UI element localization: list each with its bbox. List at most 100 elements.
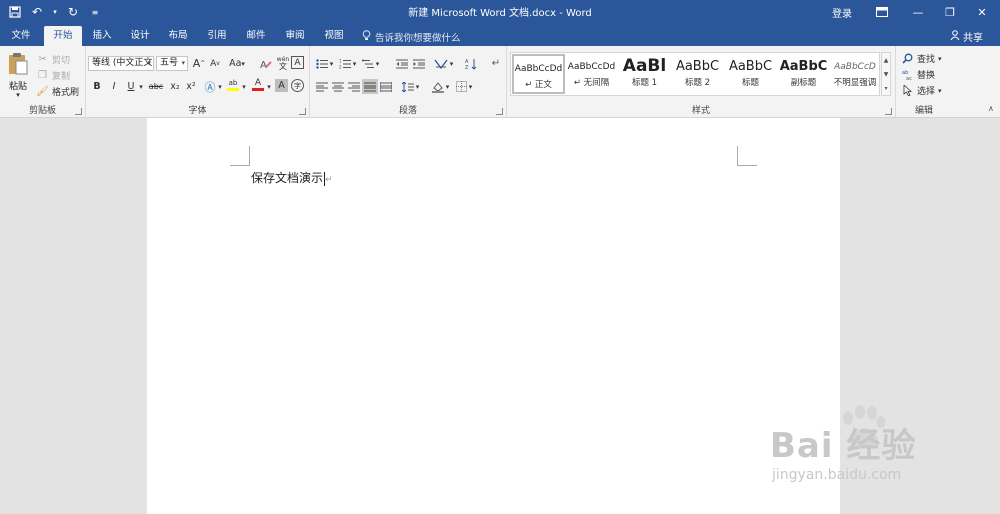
tell-me-search[interactable]: 告诉我你想要做什么: [362, 30, 461, 44]
lightbulb-icon: [362, 30, 371, 44]
chevron-up-icon[interactable]: ▲: [884, 57, 889, 64]
chevron-down-icon[interactable]: ▼: [884, 71, 889, 78]
select-button[interactable]: 选择 ▾: [901, 84, 942, 97]
document-page[interactable]: 保存文档演示 ↵: [147, 118, 840, 514]
collapse-ribbon-icon[interactable]: ∧: [988, 104, 994, 113]
format-painter-button[interactable]: 🖌 格式刷: [36, 85, 79, 98]
underline-dropdown-icon[interactable]: ▾: [137, 79, 145, 94]
share-label: 共享: [963, 33, 983, 44]
tab-design[interactable]: 设计: [122, 26, 158, 46]
document-body-text[interactable]: 保存文档演示 ↵: [251, 169, 333, 186]
font-launcher-icon[interactable]: [299, 108, 306, 115]
style-title[interactable]: AaBbC 标题: [724, 54, 777, 94]
strikethrough-button[interactable]: abc: [146, 79, 166, 94]
character-border-button[interactable]: A: [291, 56, 304, 69]
paste-button[interactable]: 粘贴 ▾: [4, 52, 32, 99]
shading-dropdown-icon[interactable]: ▾: [444, 79, 451, 94]
style-preview: AaBbCcD: [834, 62, 876, 72]
clipboard-group-label: 剪贴板: [28, 106, 56, 116]
multilevel-dropdown-icon[interactable]: ▾: [374, 56, 381, 71]
font-size-select[interactable]: 五号 ▾: [156, 56, 188, 71]
line-spacing-dropdown-icon[interactable]: ▾: [414, 79, 421, 94]
tab-layout[interactable]: 布局: [160, 26, 196, 46]
font-family-select[interactable]: 等线 (中文正文 ▾: [88, 56, 154, 71]
share-button[interactable]: 共享: [950, 29, 983, 44]
tab-view[interactable]: 视图: [316, 26, 352, 46]
font-color-dropdown-icon[interactable]: ▾: [265, 79, 273, 94]
find-button[interactable]: 查找 ▾: [901, 52, 942, 65]
show-formatting-marks-icon[interactable]: ↵: [488, 56, 504, 71]
restore-icon[interactable]: ❐: [932, 0, 968, 24]
font-size-value: 五号: [160, 58, 179, 68]
tab-insert[interactable]: 插入: [84, 26, 120, 46]
phonetic-guide-button[interactable]: wén 文: [275, 55, 291, 71]
style-normal[interactable]: AaBbCcDd ↵ 正文: [512, 54, 565, 94]
italic-button[interactable]: I: [106, 79, 122, 94]
crop-mark-top-left: [230, 146, 250, 166]
paragraph-launcher-icon[interactable]: [496, 108, 503, 115]
grow-font-button[interactable]: A ^: [191, 56, 207, 71]
watermark-main-text: Bai 经验: [770, 426, 917, 466]
styles-group-label: 样式: [691, 106, 710, 116]
style-name: 不明显强调: [833, 78, 877, 88]
clipboard-launcher-icon[interactable]: [75, 108, 82, 115]
enclose-characters-button[interactable]: 字: [291, 79, 304, 92]
subscript-button[interactable]: x₂: [167, 79, 183, 94]
chinese-layout-dropdown-icon[interactable]: ▾: [448, 56, 455, 71]
svg-text:ac: ac: [906, 76, 912, 80]
style-gallery: AaBbCcDd ↵ 正文 AaBbCcDd ↵ 无间隔 AaBl 标题 1 A…: [510, 52, 880, 96]
decrease-indent-icon[interactable]: [394, 56, 410, 71]
superscript-button[interactable]: x²: [183, 79, 199, 94]
align-center-icon[interactable]: [330, 79, 346, 94]
tab-references[interactable]: 引用: [199, 26, 235, 46]
cursor-arrow-icon: [901, 84, 914, 97]
scissors-icon: ✂: [38, 54, 47, 65]
chinese-layout-icon[interactable]: [433, 56, 449, 71]
styles-launcher-icon[interactable]: [885, 108, 892, 115]
shrink-font-button[interactable]: Av: [207, 56, 223, 71]
style-subtle-emphasis[interactable]: AaBbCcD 不明显强调: [830, 54, 880, 94]
close-icon[interactable]: ✕: [964, 0, 1000, 24]
style-name: ↵ 正文: [525, 80, 552, 90]
tab-review[interactable]: 审阅: [277, 26, 313, 46]
replace-button[interactable]: ab ac 替换: [901, 68, 935, 81]
style-subtitle[interactable]: AaBbC 副标题: [777, 54, 830, 94]
highlight-button[interactable]: ab: [225, 77, 241, 92]
distributed-icon[interactable]: [378, 79, 394, 94]
change-case-icon: Aa: [229, 58, 242, 69]
more-styles-icon[interactable]: ▾: [884, 85, 887, 92]
paintbrush-icon: 🖌: [36, 86, 49, 97]
cut-button[interactable]: ✂ 剪切: [36, 53, 70, 66]
style-heading-2[interactable]: AaBbC 标题 2: [671, 54, 724, 94]
borders-dropdown-icon[interactable]: ▾: [467, 79, 474, 94]
style-no-spacing[interactable]: AaBbCcDd ↵ 无间隔: [565, 54, 618, 94]
minimize-icon[interactable]: —: [900, 0, 936, 24]
style-heading-1[interactable]: AaBl 标题 1: [618, 54, 671, 94]
ribbon-display-options-icon[interactable]: [864, 0, 900, 24]
style-gallery-scroll[interactable]: ▲ ▼ ▾: [881, 52, 891, 96]
style-name: ↵ 无间隔: [573, 78, 610, 88]
font-color-button[interactable]: A: [250, 77, 266, 92]
justify-icon[interactable]: [362, 79, 378, 94]
copy-button[interactable]: ❐ 复制: [36, 69, 70, 82]
text-effects-dropdown-icon[interactable]: ▾: [216, 79, 224, 94]
bullets-dropdown-icon[interactable]: ▾: [328, 56, 335, 71]
increase-indent-icon[interactable]: [411, 56, 427, 71]
tab-home[interactable]: 开始: [44, 26, 82, 46]
paragraph-text: 保存文档演示: [251, 171, 324, 185]
svg-text:A: A: [260, 60, 267, 70]
font-family-value: 等线 (中文正文: [92, 58, 153, 68]
change-case-button[interactable]: Aa ▾: [226, 56, 248, 71]
character-shading-button[interactable]: A: [275, 79, 288, 92]
login-button[interactable]: 登录: [832, 5, 852, 20]
copy-icon: ❐: [38, 70, 47, 81]
bold-button[interactable]: B: [89, 79, 105, 94]
tab-file[interactable]: 文件: [4, 26, 38, 46]
numbering-dropdown-icon[interactable]: ▾: [351, 56, 358, 71]
clear-formatting-icon[interactable]: A: [258, 56, 274, 71]
tab-mailings[interactable]: 邮件: [238, 26, 274, 46]
sort-icon[interactable]: AZ: [463, 56, 479, 71]
align-right-icon[interactable]: [346, 79, 362, 94]
highlight-dropdown-icon[interactable]: ▾: [240, 79, 248, 94]
align-left-icon[interactable]: [314, 79, 330, 94]
